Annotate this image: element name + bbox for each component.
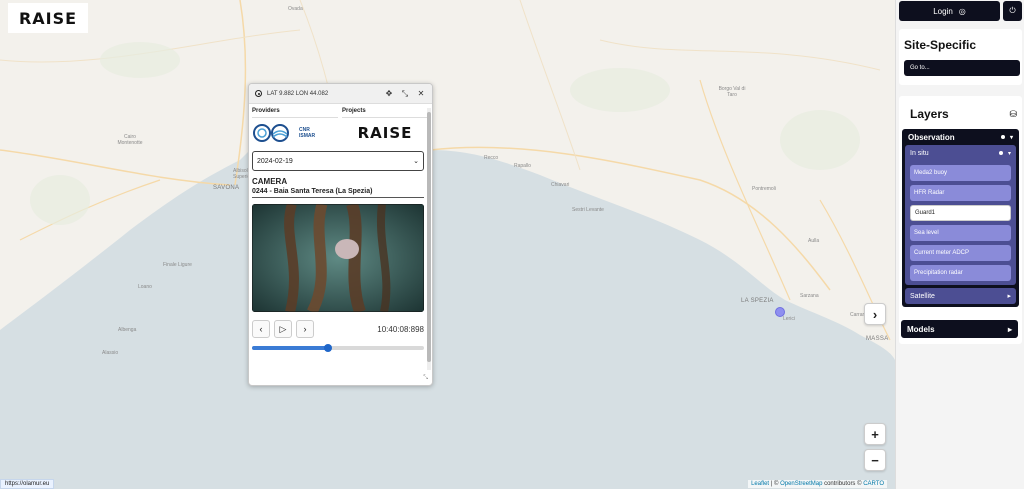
camera-image-graphic [252,204,424,312]
osm-link[interactable]: OpenStreetMap [780,481,822,487]
projects-section: Projects RAISE [342,108,428,145]
providers-title: Providers [252,108,338,118]
close-icon[interactable]: ✕ [416,89,426,99]
visibility-dot-icon[interactable] [998,151,1003,155]
layer-item-sea-level[interactable]: Sea level [910,225,1011,241]
map-label: Pontremoli [752,186,776,192]
map-attribution: Leaflet | © OpenStreetMap contributors ©… [748,480,887,488]
insitu-group: In situ ▾ Meda2 buoy HFR Radar Guard1 Se… [905,145,1016,285]
map-label: Aulla [808,238,820,244]
map-label: Albenga [118,327,137,333]
popup-scrollbar[interactable] [427,108,431,370]
next-button[interactable]: › [296,320,314,338]
station-popup: LAT 9.882 LON 44.082 ✥ ⤡ ✕ Providers CNR… [248,83,433,386]
move-icon[interactable]: ✥ [384,89,394,99]
layers-card: Layers ⛁ Observation ▾ In situ ▾ Meda2 b… [899,96,1022,344]
project-logo: RAISE [357,124,413,142]
map-label: Cairo Montenotte [117,134,143,146]
popup-coords: LAT 9.882 LON 44.082 [267,90,329,97]
map-label: Sestri Levante [572,207,604,213]
resize-icon[interactable]: ⤡ [423,375,428,382]
chevron-right-icon: › [872,306,878,322]
map[interactable]: Ovada Borgo Val di Taro Cairo Montenotte… [0,0,895,489]
map-label: MASSA [866,336,889,342]
timestamp: 10:40:08:898 [377,324,424,334]
date-value: 2024-02-19 [257,157,293,165]
carto-link[interactable]: CARTO [863,481,884,487]
map-label: Ovada [288,6,303,12]
layer-item-precipitation-radar[interactable]: Precipitation radar [910,265,1011,281]
right-panel: Login ◎ ⏻ Site-Specific Go to... Layers … [895,0,1024,489]
time-slider[interactable] [252,344,424,352]
site-specific-title: Site-Specific [904,38,977,52]
chevron-down-icon[interactable]: ▾ [1008,150,1011,157]
radio-icon[interactable] [255,90,262,97]
zoom-out-button[interactable]: − [864,449,886,471]
layer-item-meda2-buoy[interactable]: Meda2 buoy [910,165,1011,181]
time-slider-knob[interactable] [323,344,332,352]
visibility-dot-icon[interactable] [1000,135,1005,139]
provider-logo-text: CNR ISMAR [299,127,316,139]
map-label: SAVONA [213,185,240,191]
status-url: https://olamur.eu [0,479,55,489]
map-label: Rapallo [514,163,531,169]
zoom-in-button[interactable]: + [864,423,886,445]
time-slider-fill [252,346,328,350]
user-icon: ◎ [958,6,966,16]
date-select[interactable]: 2024-02-19 ⌄ [252,151,424,171]
layer-item-hfr-radar[interactable]: HFR Radar [910,185,1011,201]
provider-logo: CNR ISMAR [252,121,338,145]
previous-button[interactable]: ‹ [252,320,270,338]
camera-image[interactable] [252,204,424,312]
chevron-right-icon: ▸ [1007,293,1011,300]
leaflet-link[interactable]: Leaflet [751,481,769,487]
power-icon: ⏻ [1009,6,1016,15]
chevron-down-icon[interactable]: ▾ [1010,134,1013,141]
chevron-down-icon: ⌄ [413,158,419,165]
map-label: Lerici [783,316,795,322]
map-label: Chiavari [551,182,570,188]
map-label: LA SPEZIA [741,298,774,304]
map-label: Sarzana [800,293,819,299]
projects-title: Projects [342,108,428,118]
login-button[interactable]: Login ◎ [899,1,1000,21]
chevron-right-icon: ▸ [1007,324,1012,334]
map-label: Alassio [102,350,119,356]
layers-title: Layers [910,107,949,121]
popup-scrollbar-thumb[interactable] [427,112,431,362]
providers-section: Providers CNR ISMAR [252,108,338,145]
observation-header[interactable]: Observation ▾ [902,129,1019,145]
map-label: Finale Ligure [163,262,192,268]
layers-stack-icon[interactable]: ⛁ [1009,109,1017,120]
collapse-icon[interactable]: ⤡ [400,89,410,99]
site-specific-card: Site-Specific Go to... [899,29,1022,85]
layer-item-current-meter-adcp[interactable]: Current meter ADCP [910,245,1011,261]
map-label: Recco [484,155,499,161]
observation-group: Observation ▾ In situ ▾ Meda2 buoy HFR R… [902,129,1019,307]
map-label: Borgo Val di Taro [718,86,746,98]
satellite-group[interactable]: Satellite ▸ [905,288,1016,304]
play-icon: ▷ [279,323,287,334]
models-group[interactable]: Models ▸ [901,320,1018,338]
station-marker[interactable] [775,307,785,317]
insitu-header[interactable]: In situ ▾ [905,145,1016,161]
station-name: 0244 - Baia Santa Teresa (La Spezia) [252,188,424,198]
section-title: CAMERA [252,177,288,186]
raise-logo: RAISE [8,3,88,33]
map-tiles [0,0,895,489]
next-arrow-button[interactable]: › [864,303,886,325]
chevron-left-icon: ‹ [259,324,263,334]
playback-controls: ‹ ▷ › 10:40:08:898 [252,320,424,338]
chevron-right-icon: › [303,324,307,334]
layer-item-guard1[interactable]: Guard1 [910,205,1011,221]
power-button[interactable]: ⏻ [1003,1,1022,21]
map-label: Loano [138,284,152,290]
popup-header[interactable]: LAT 9.882 LON 44.082 ✥ ⤡ ✕ [249,84,432,104]
play-button[interactable]: ▷ [274,320,292,338]
goto-button[interactable]: Go to... [904,60,1020,76]
